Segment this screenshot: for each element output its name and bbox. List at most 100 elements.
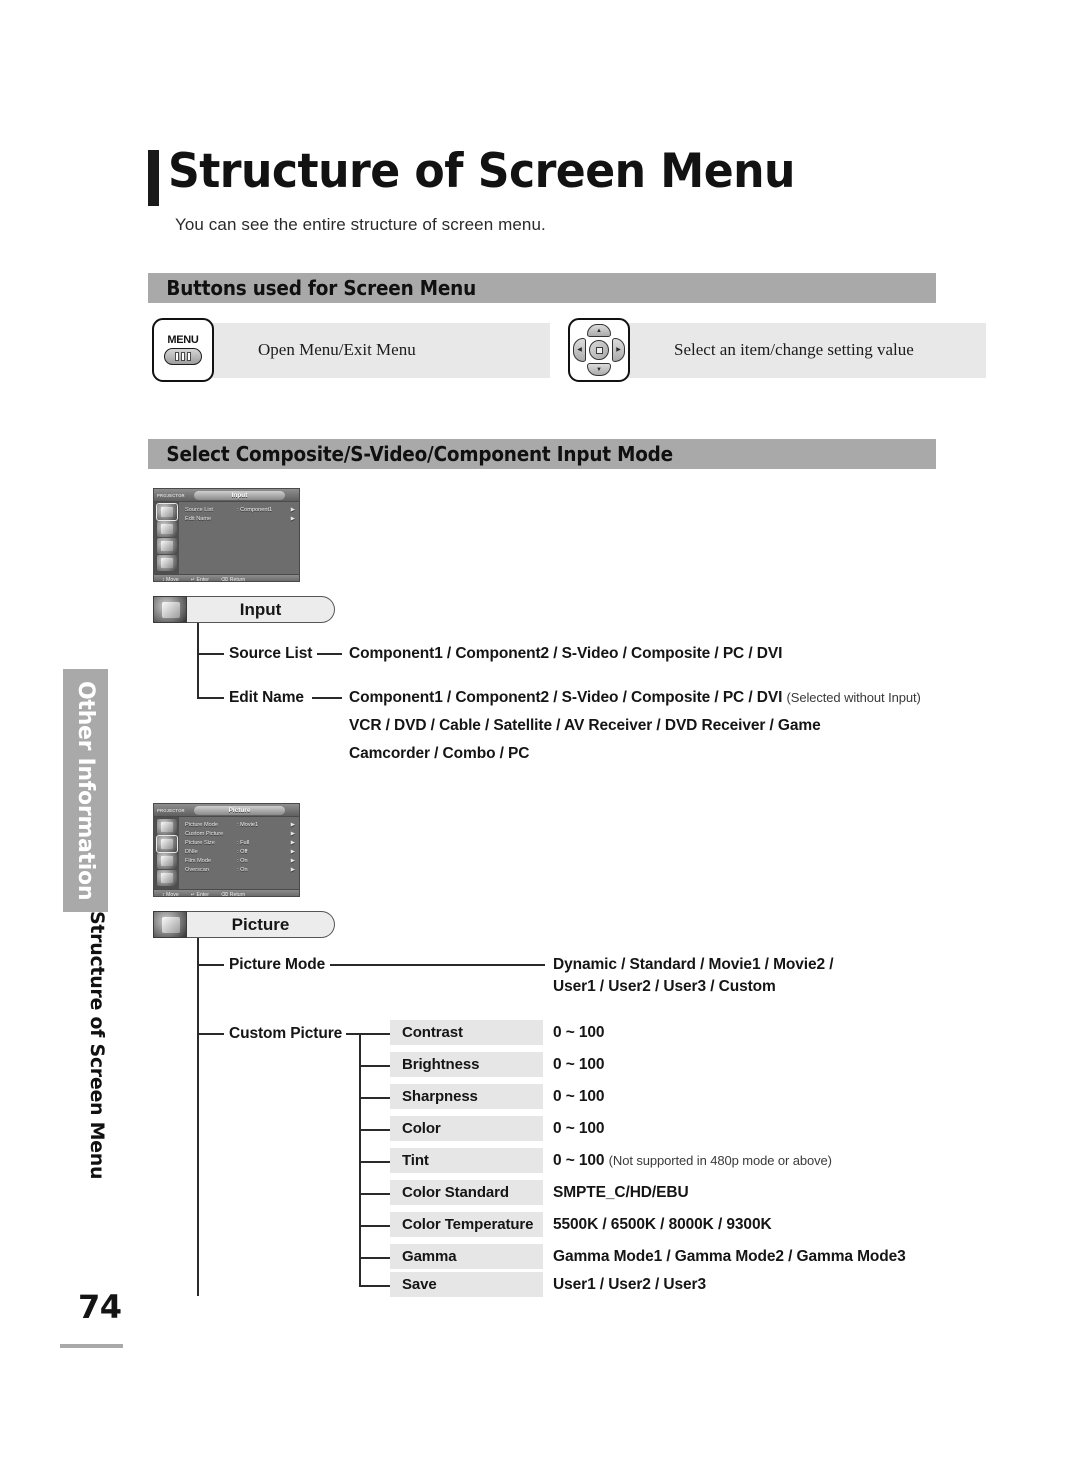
osd-picture-tab-label: Picture	[194, 805, 285, 815]
param-label-contrast: Contrast	[402, 1024, 463, 1041]
dpad-down-icon: ▼	[587, 363, 611, 376]
osd-input-body: Source List : Component1 ▶ Edit Name ▶	[154, 502, 299, 574]
osd-input-footer-return: ⌫ Return	[220, 576, 246, 582]
picture-tree-connector-picture-mode	[330, 964, 545, 966]
tree-label-source-list: Source List	[229, 645, 313, 662]
osd-picture-footer: ↕ Move ↵ Enter ⌫ Return	[154, 889, 299, 897]
input-tree-connector-source-list	[317, 653, 342, 655]
side-tab-label: Other Information	[73, 680, 98, 901]
param-value-save: User1 / User2 / User3	[553, 1276, 706, 1294]
osd-picture-row-value: : On	[237, 867, 248, 873]
param-value-gamma-main: Gamma Mode1 / Gamma Mode2 / Gamma Mode3	[553, 1248, 906, 1265]
osd-picture-row-name: Picture Mode	[185, 822, 218, 828]
param-box-gamma: Gamma	[390, 1244, 543, 1269]
param-value-color-standard: SMPTE_C/HD/EBU	[553, 1184, 689, 1202]
param-value-save-main: User1 / User2 / User3	[553, 1276, 706, 1293]
buttons-legend-row: MENU Open Menu/Exit Menu ▲ ▼ ◀ ▶ Select …	[152, 318, 986, 382]
osd-input-row-arrow-icon: ▶	[290, 507, 295, 513]
osd-menu-icon-input	[155, 503, 178, 521]
menu-key-pill	[164, 348, 202, 365]
menu-pill-input-label: Input	[187, 596, 335, 623]
dpad-up-icon: ▲	[587, 324, 611, 337]
osd-input-footer-move: ↕ Move	[162, 576, 179, 582]
input-menu-icon	[153, 596, 187, 623]
osd-picture-row-value: : Full	[237, 840, 250, 846]
param-box-color-temperature: Color Temperature	[390, 1212, 543, 1237]
input-tree-connector-edit-name	[312, 697, 342, 699]
menu-key-icon: MENU	[152, 318, 214, 382]
osd-input-titlebar: PROJECTOR Input	[154, 489, 299, 502]
osd-picture-rows: Picture Mode : Movie1 ▶ Custom Picture ▶…	[179, 817, 299, 889]
page-subtitle: You can see the entire structure of scre…	[175, 215, 546, 234]
param-value-color-main: 0 ~ 100	[553, 1120, 605, 1137]
dpad-description-text: Select an item/change setting value	[674, 340, 914, 359]
param-box-color: Color	[390, 1116, 543, 1141]
menu-description-box: Open Menu/Exit Menu	[210, 322, 550, 378]
osd-input-icon-column	[154, 502, 179, 574]
param-value-sharpness: 0 ~ 100	[553, 1088, 605, 1106]
param-value-color: 0 ~ 100	[553, 1120, 605, 1138]
param-label-save: Save	[402, 1276, 437, 1293]
menu-description-text: Open Menu/Exit Menu	[258, 340, 416, 359]
tree-value-edit-name-line3: Camcorder / Combo / PC	[349, 745, 530, 762]
picture-tree-trunk	[197, 938, 199, 1296]
custom-picture-branch	[359, 1285, 390, 1287]
osd-picture-icon-column	[154, 817, 179, 889]
osd-menu-icon-input	[156, 819, 177, 835]
osd-input-tab-label: Input	[194, 490, 285, 500]
param-value-brightness-main: 0 ~ 100	[553, 1056, 605, 1073]
page-title-block: Structure of Screen Menu	[148, 148, 835, 206]
osd-picture-row: Picture Mode : Movie1 ▶	[185, 821, 295, 830]
param-value-brightness: 0 ~ 100	[553, 1056, 605, 1074]
osd-menu-icon-picture	[156, 521, 177, 537]
osd-input-rows: Source List : Component1 ▶ Edit Name ▶	[179, 502, 299, 574]
osd-picture-footer-return: ⌫ Return	[220, 891, 246, 897]
osd-picture-titlebar: PROJECTOR Picture	[154, 804, 299, 817]
param-value-gamma: Gamma Mode1 / Gamma Mode2 / Gamma Mode3	[553, 1248, 906, 1266]
osd-input-footer: ↕ Move ↵ Enter ⌫ Return	[154, 574, 299, 582]
osd-screenshot-input: PROJECTOR Input Source List : Component1…	[153, 488, 300, 582]
osd-picture-body: Picture Mode : Movie1 ▶ Custom Picture ▶…	[154, 817, 299, 889]
osd-input-row: Edit Name ▶	[185, 515, 295, 524]
osd-picture-row-arrow-icon: ▶	[290, 831, 295, 837]
custom-picture-branch	[359, 1257, 390, 1259]
param-value-color-temperature-main: 5500K / 6500K / 8000K / 9300K	[553, 1216, 772, 1233]
osd-picture-brand: PROJECTOR	[157, 807, 185, 813]
osd-menu-icon-sound	[156, 853, 177, 869]
tree-label-picture-mode: Picture Mode	[229, 956, 326, 973]
custom-picture-branch	[359, 1097, 390, 1099]
osd-picture-row-arrow-icon: ▶	[290, 849, 295, 855]
custom-picture-subtrunk	[359, 1033, 361, 1285]
tree-label-edit-name: Edit Name	[229, 689, 304, 706]
osd-picture-row-arrow-icon: ▶	[290, 867, 295, 873]
osd-picture-row-name: Film Mode	[185, 858, 212, 864]
osd-input-brand: PROJECTOR	[157, 492, 185, 498]
dpad-key-icon: ▲ ▼ ◀ ▶	[568, 318, 630, 382]
param-value-color-temperature: 5500K / 6500K / 8000K / 9300K	[553, 1216, 772, 1234]
section-header-buttons: Buttons used for Screen Menu	[148, 273, 936, 303]
osd-picture-row-value: : Off	[237, 849, 248, 855]
section-header-input-mode: Select Composite/S-Video/Component Input…	[148, 439, 936, 469]
custom-picture-branch	[359, 1225, 390, 1227]
param-box-brightness: Brightness	[390, 1052, 543, 1077]
osd-menu-icon-setup	[156, 870, 177, 886]
osd-menu-icon-sound	[156, 538, 177, 554]
osd-input-row-name: Edit Name	[185, 516, 212, 522]
param-box-sharpness: Sharpness	[390, 1084, 543, 1109]
tree-value-edit-name-line1-main: Component1 / Component2 / S-Video / Comp…	[349, 689, 783, 706]
tree-value-picture-mode-line2: User1 / User2 / User3 / Custom	[553, 978, 776, 995]
osd-picture-row-arrow-icon: ▶	[290, 858, 295, 864]
osd-picture-row: Picture Size : Full ▶	[185, 839, 295, 848]
param-value-color-standard-main: SMPTE_C/HD/EBU	[553, 1184, 689, 1201]
section-header-input-mode-label: Select Composite/S-Video/Component Input…	[166, 442, 673, 466]
param-label-color-standard: Color Standard	[402, 1184, 509, 1201]
osd-menu-icon-setup	[156, 555, 177, 571]
picture-tree-branch-custom-picture	[197, 1033, 224, 1035]
menu-button-legend: MENU Open Menu/Exit Menu	[152, 318, 550, 382]
osd-input-footer-enter: ↵ Enter	[190, 576, 209, 582]
osd-picture-row: Overscan : On ▶	[185, 866, 295, 875]
dpad-button-legend: ▲ ▼ ◀ ▶ Select an item/change setting va…	[568, 318, 986, 382]
title-accent-bar	[148, 150, 159, 206]
tree-value-source-list: Component1 / Component2 / S-Video / Comp…	[349, 645, 783, 662]
param-label-brightness: Brightness	[402, 1056, 480, 1073]
